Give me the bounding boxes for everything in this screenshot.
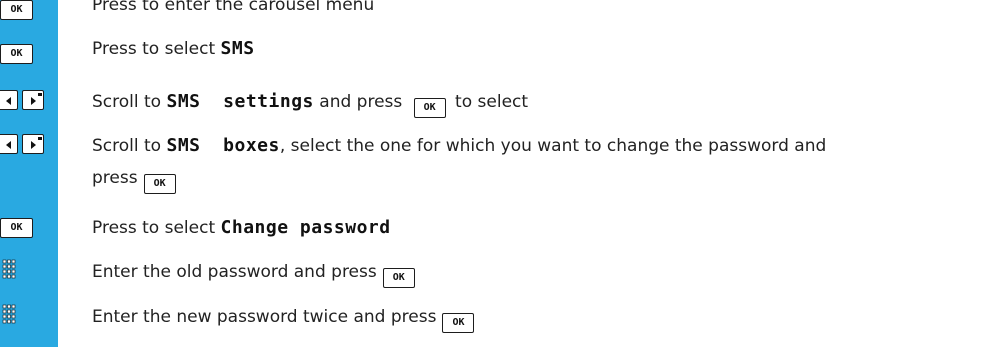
nav-keys-icon <box>0 134 60 156</box>
nav-keys-icon <box>0 90 60 112</box>
left-arrow-key-icon <box>0 90 18 110</box>
keypad-icon <box>2 304 16 326</box>
step-2: Press to select SMS <box>92 34 984 64</box>
step-text: and press <box>313 92 408 112</box>
step-4-continued: press OK <box>92 163 984 194</box>
step-6: Enter the old password and press OK <box>92 257 984 288</box>
menu-item-sms-boxes: SMS boxes <box>166 135 280 156</box>
ok-key-icon: OK <box>413 98 446 118</box>
key-sidebar: OK OK OK <box>0 0 58 347</box>
step-text: to select <box>449 92 529 112</box>
step-3: Scroll to SMS settings and press OK to s… <box>92 87 984 118</box>
right-arrow-key-icon <box>22 90 44 110</box>
step-1: Press to enter the carousel menu <box>92 0 984 20</box>
step-text: Press to select <box>92 39 221 59</box>
step-text: Scroll to <box>92 92 167 112</box>
ok-key-icon: OK <box>0 0 33 20</box>
ok-key-icon: OK <box>382 268 415 288</box>
step-text: press <box>92 168 138 188</box>
ok-key-icon: OK <box>0 44 33 64</box>
step-text: Enter the old password and press <box>92 262 377 282</box>
step-text: Press to select <box>92 218 221 238</box>
menu-item-sms-settings: SMS settings <box>166 91 314 112</box>
right-arrow-key-icon <box>22 134 44 154</box>
ok-key-icon: OK <box>143 174 176 194</box>
menu-item-sms: SMS <box>220 38 255 59</box>
ok-key-icon: OK <box>442 313 475 333</box>
step-4: Scroll to SMS boxes, select the one for … <box>92 131 984 161</box>
keypad-icon <box>2 259 16 281</box>
step-text: Press to enter the carousel menu <box>92 0 375 15</box>
step-text: Scroll to <box>92 136 167 156</box>
left-arrow-key-icon <box>0 134 18 154</box>
ok-key-icon: OK <box>0 218 33 238</box>
step-text: , select the one for which you want to c… <box>279 136 827 156</box>
menu-item-change-password: Change password <box>220 217 391 238</box>
step-text: Enter the new password twice and press <box>92 307 437 327</box>
step-7: Enter the new password twice and press OK <box>92 302 984 333</box>
step-5: Press to select Change password <box>92 213 984 243</box>
